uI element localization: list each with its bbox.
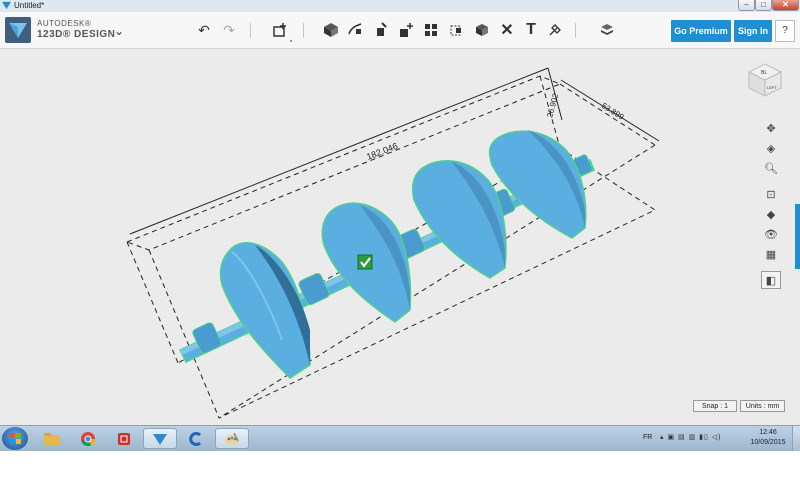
app-menu-chevron-icon[interactable]: ⌄ — [114, 24, 124, 38]
chrome-taskbar-button[interactable] — [71, 428, 105, 449]
brand-autodesk: AUTODESK® — [37, 19, 92, 28]
primitives-icon — [324, 23, 338, 37]
123d-design-taskbar-button[interactable] — [143, 428, 177, 449]
zoom-button[interactable]: 🔍︎ — [761, 159, 781, 177]
sign-in-button[interactable]: Sign In — [734, 20, 772, 42]
toolbar-divider — [303, 23, 304, 38]
paint-icon — [225, 432, 239, 445]
main-toolbar: AUTODESK® 123D® DESIGN ⌄ ↶ ↷ ✕ T Go Prem… — [0, 12, 800, 49]
undo-icon: ↶ — [198, 21, 210, 38]
windows-logo-icon — [10, 433, 21, 444]
app-icon — [2, 1, 11, 10]
zoom-icon: 🔍︎ — [764, 162, 778, 175]
snap-button[interactable] — [545, 20, 565, 40]
redo-icon: ↷ — [223, 21, 235, 38]
help-button[interactable]: ? — [775, 20, 795, 42]
material-icon: ◧ — [765, 274, 777, 287]
dimension-width[interactable]: 53.899 — [600, 101, 626, 122]
3d-viewport[interactable]: 182.046 53.899 26.902 BL LEFT ✥ ◈ 🔍︎ ⊡ ◆… — [0, 49, 800, 425]
add-primitive-button[interactable] — [270, 20, 290, 40]
start-button[interactable] — [2, 427, 28, 450]
chrome-icon — [81, 431, 95, 446]
close-x-icon: ✕ — [500, 22, 514, 39]
logo[interactable] — [5, 17, 31, 43]
paint-taskbar-button[interactable] — [215, 428, 249, 449]
taskbar: FR ▴ ▣ ▤ ▥ ▮▯ ◁) 12:46 10/09/2015 — [0, 425, 800, 451]
toolbar-divider — [575, 23, 576, 38]
cam-lobe[interactable] — [219, 242, 311, 379]
navigation-toolbar: ✥ ◈ 🔍︎ ⊡ ◆ 👁︎ ▦ ◧ — [759, 119, 783, 297]
show-desktop-button[interactable] — [792, 426, 800, 451]
grid-button[interactable]: ▦ — [761, 245, 781, 263]
delete-button[interactable]: ✕ — [497, 20, 517, 40]
viewcube-left-label: LEFT — [767, 85, 777, 90]
pan-button[interactable]: ✥ — [761, 119, 781, 137]
text-icon: T — [526, 21, 536, 38]
maximize-button[interactable]: □ — [755, 0, 772, 11]
modify-icon — [400, 23, 413, 37]
blank-area — [0, 451, 800, 501]
pan-icon: ✥ — [766, 122, 776, 135]
folder-icon — [44, 432, 60, 445]
sketch-button[interactable] — [345, 20, 365, 40]
viewcube-top-label: BL — [761, 70, 767, 76]
pattern-button[interactable] — [421, 20, 441, 40]
redo-button[interactable]: ↷ — [219, 20, 239, 40]
eye-icon: 👁︎ — [764, 228, 778, 241]
viewcube[interactable]: BL LEFT — [746, 61, 784, 99]
model-scene[interactable]: 182.046 53.899 26.902 — [0, 49, 800, 425]
toolbar-divider — [250, 23, 251, 38]
selection-check-icon[interactable] — [357, 254, 373, 270]
sketchup-taskbar-button[interactable] — [107, 428, 141, 449]
123d-design-icon — [153, 433, 167, 445]
fit-icon: ⊡ — [766, 188, 776, 201]
modify-button[interactable] — [396, 20, 416, 40]
system-tray-icons[interactable]: ▴ ▣ ▤ ▥ ▮▯ ◁) — [660, 433, 722, 441]
grid-icon: ▦ — [765, 248, 777, 261]
view-icon: ◆ — [766, 208, 776, 221]
go-premium-button[interactable]: Go Premium — [671, 20, 731, 42]
group-icon — [450, 25, 461, 36]
material-view-button[interactable]: ◧ — [761, 271, 781, 289]
close-button[interactable]: ✕ — [772, 0, 799, 11]
snap-icon — [549, 24, 561, 36]
dropdown-caret — [290, 40, 292, 42]
brand-product: 123D® DESIGN — [37, 29, 116, 40]
orbit-button[interactable]: ◈ — [761, 139, 781, 157]
group-button[interactable] — [446, 20, 466, 40]
add-box-icon — [273, 23, 286, 37]
text-button[interactable]: T — [521, 20, 541, 40]
sketchup-icon — [118, 432, 130, 445]
side-panel-tab[interactable] — [795, 204, 800, 269]
orbit-icon: ◈ — [766, 142, 776, 155]
construct-icon — [377, 22, 387, 36]
view-button[interactable]: ◆ — [761, 205, 781, 223]
language-indicator[interactable]: FR — [643, 434, 652, 441]
undo-button[interactable]: ↶ — [194, 20, 214, 40]
fit-button[interactable]: ⊡ — [761, 185, 781, 203]
combine-icon — [476, 24, 488, 36]
snap-setting[interactable]: Snap : 1 — [693, 400, 737, 412]
pattern-icon — [425, 24, 437, 36]
primitives-button[interactable] — [321, 20, 341, 40]
ccleaner-taskbar-button[interactable] — [179, 428, 213, 449]
material-icon — [601, 24, 613, 35]
ccleaner-icon — [189, 431, 202, 446]
window-title: Untitled* — [14, 1, 45, 10]
clock-date[interactable]: 10/09/2015 — [748, 439, 788, 446]
construct-button[interactable] — [371, 20, 391, 40]
explorer-taskbar-button[interactable] — [35, 428, 69, 449]
logo-icon — [9, 23, 27, 38]
units-setting[interactable]: Units : mm — [740, 400, 785, 412]
minimize-button[interactable]: – — [738, 0, 755, 11]
visibility-button[interactable]: 👁︎ — [761, 225, 781, 243]
clock-time[interactable]: 12:46 — [748, 429, 788, 436]
sketch-icon — [348, 23, 362, 35]
material-button[interactable] — [597, 20, 617, 40]
combine-button[interactable] — [472, 20, 492, 40]
cam-lobe[interactable] — [411, 159, 507, 279]
